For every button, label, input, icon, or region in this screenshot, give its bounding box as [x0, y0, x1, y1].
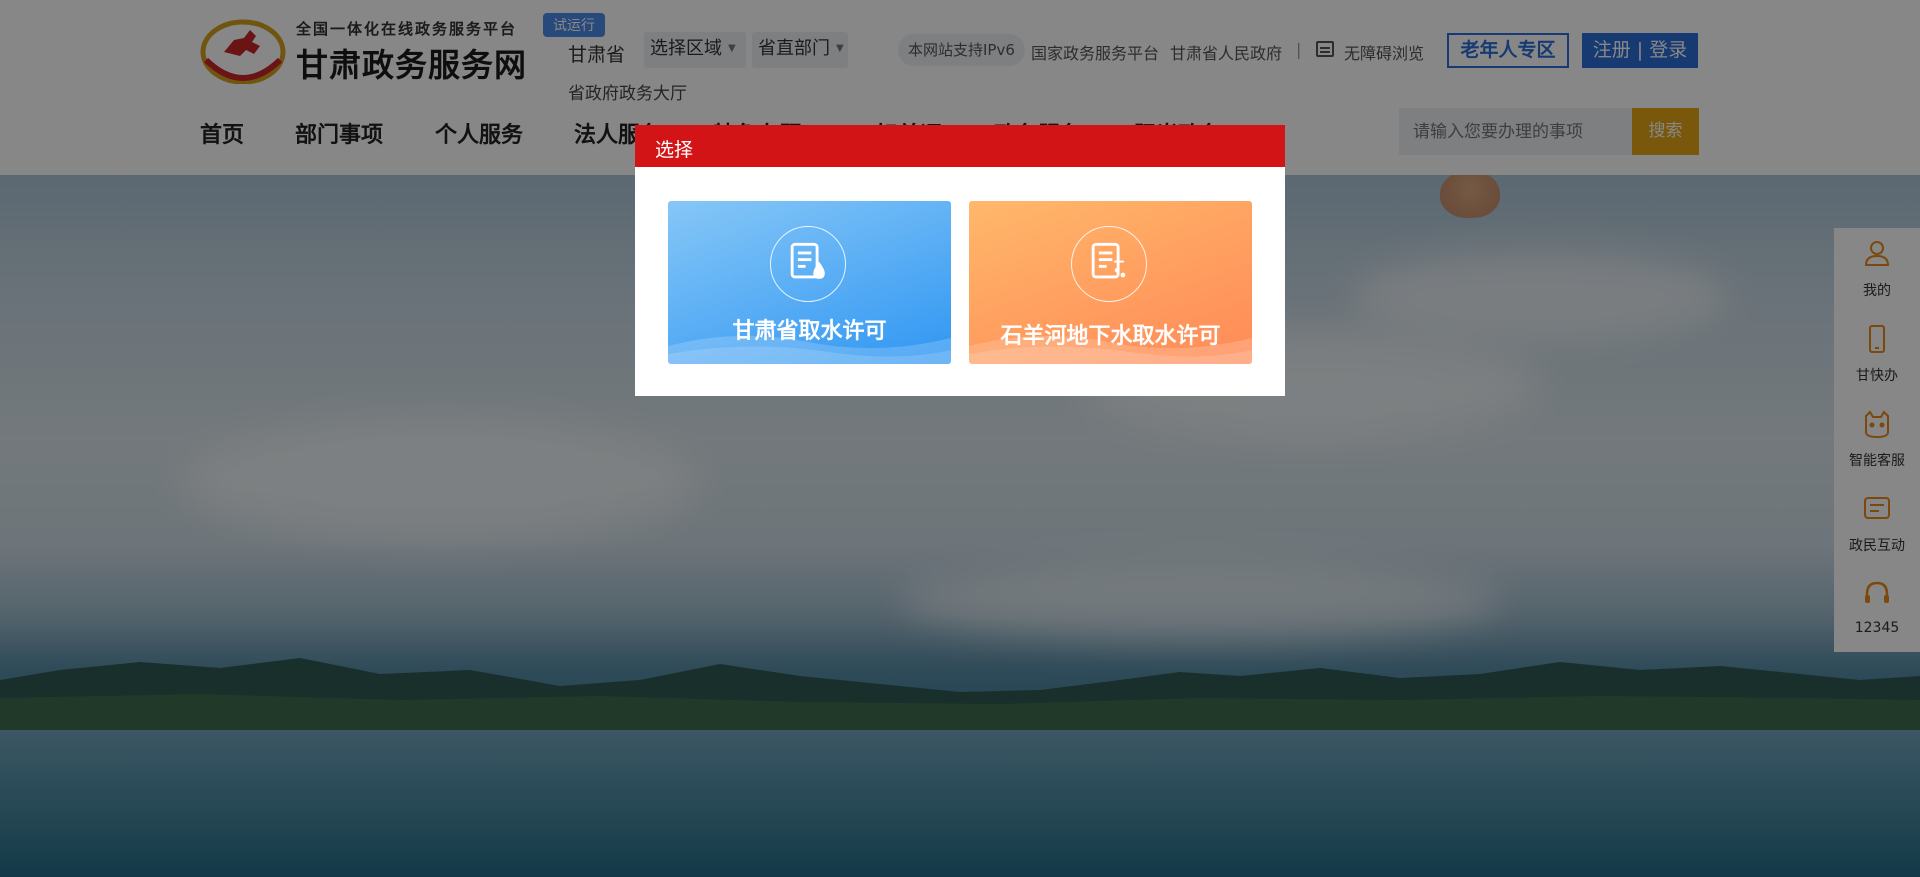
option-label: 石羊河地下水取水许可 — [1000, 324, 1221, 349]
document-groundwater-icon — [1071, 226, 1147, 302]
option-label: 甘肃省取水许可 — [732, 319, 887, 344]
document-water-icon — [770, 226, 846, 302]
select-dialog: 选择 甘肃省取水许可 石羊河地下水取水许可 — [635, 125, 1285, 396]
dialog-title: 选择 — [655, 139, 694, 161]
option-card-gansu-water-permit[interactable]: 甘肃省取水许可 — [668, 201, 951, 364]
dialog-header: 选择 — [635, 125, 1285, 167]
option-card-shiyanghe-groundwater-permit[interactable]: 石羊河地下水取水许可 — [969, 201, 1252, 364]
